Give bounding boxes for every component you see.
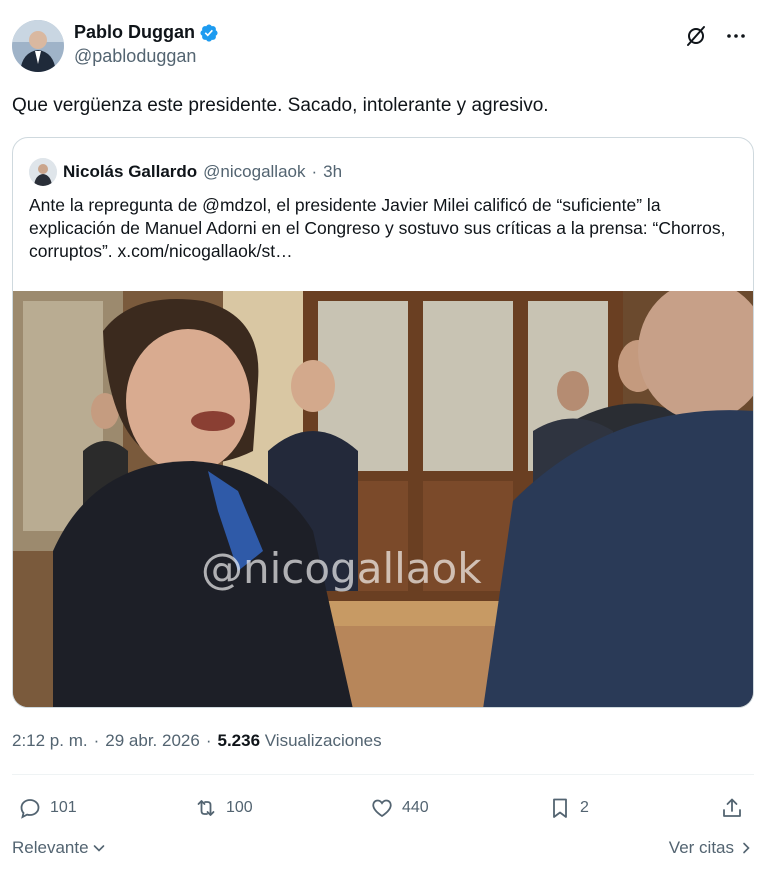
tweet-meta: 2:12 p. m. · 29 abr. 2026 · 5.236 Visual… [12, 731, 382, 751]
bookmark-icon [553, 798, 567, 818]
like-button[interactable]: 440 [370, 790, 429, 826]
tweet-header: Pablo Duggan @pabloduggan [12, 16, 748, 76]
divider [12, 774, 754, 775]
author-name[interactable]: Pablo Duggan [74, 22, 195, 43]
view-quotes-label: Ver citas [668, 838, 734, 857]
reply-icon [20, 799, 40, 819]
reply-count: 101 [50, 799, 77, 816]
sort-label: Relevante [12, 838, 89, 857]
author-avatar[interactable] [12, 20, 64, 72]
like-icon [372, 799, 392, 818]
replies-footer: Relevante Ver citas [12, 838, 754, 864]
quote-author-name: Nicolás Gallardo [63, 162, 198, 181]
more-icon[interactable] [724, 24, 748, 48]
share-button[interactable] [720, 790, 744, 826]
reply-button[interactable]: 101 [18, 790, 77, 826]
quote-video[interactable]: @nicogallaok [13, 291, 753, 707]
quote-author-handle: @nicogallaok [203, 162, 306, 181]
quote-time: 3h [323, 162, 343, 181]
repost-icon [197, 800, 215, 816]
tweet-time[interactable]: 2:12 p. m. [12, 731, 88, 751]
views-label: Visualizaciones [264, 731, 382, 750]
tweet-text: Que vergüenza este presidente. Sacado, i… [12, 95, 549, 116]
chevron-right-icon [743, 842, 750, 854]
share-icon [723, 798, 741, 817]
like-count: 440 [402, 799, 429, 816]
meta-separator: · [205, 731, 212, 750]
repost-button[interactable]: 100 [194, 790, 253, 826]
quote-separator: · [311, 162, 318, 181]
verified-badge-icon [200, 23, 218, 42]
author-handle[interactable]: @pabloduggan [74, 46, 219, 67]
action-bar: 101 100 440 2 [12, 790, 754, 826]
meta-separator: · [93, 731, 100, 750]
bookmark-button[interactable]: 2 [548, 790, 589, 826]
view-quotes-link[interactable]: Ver citas [669, 838, 754, 858]
sort-replies-dropdown[interactable]: Relevante [12, 838, 107, 858]
chevron-down-icon [93, 845, 104, 852]
repost-count: 100 [226, 799, 253, 816]
views-count: 5.236 [217, 731, 261, 750]
quote-author-avatar [29, 158, 57, 186]
video-watermark: @nicogallaok [201, 544, 482, 593]
quote-text: Ante la repregunta de @mdzol, el preside… [29, 195, 726, 261]
tweet-date[interactable]: 29 abr. 2026 [105, 731, 200, 751]
grok-icon[interactable] [684, 24, 708, 48]
bookmark-count: 2 [580, 799, 589, 816]
quoted-tweet[interactable]: Nicolás Gallardo @nicogallaok · 3h Ante … [12, 137, 754, 708]
